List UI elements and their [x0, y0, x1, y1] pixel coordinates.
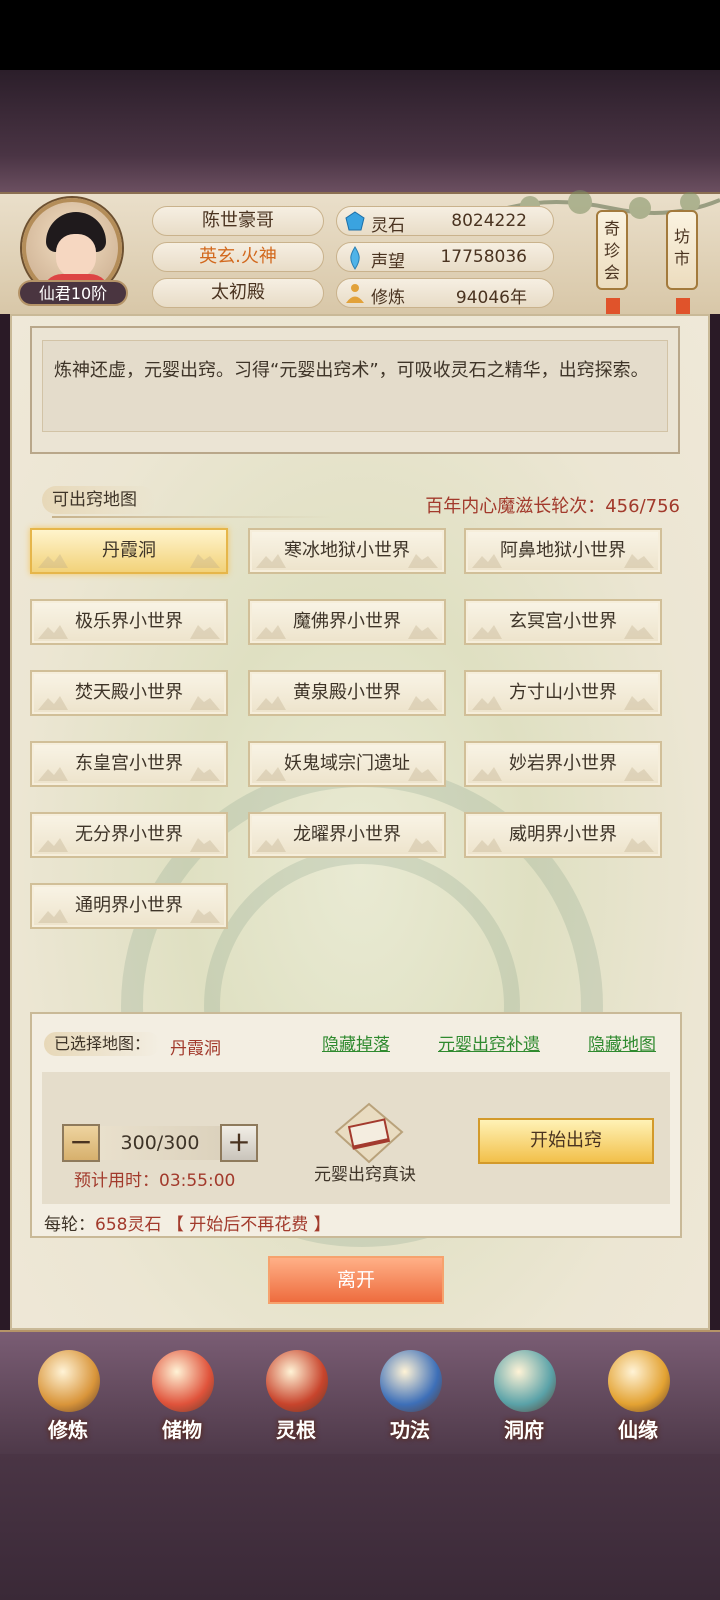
nascent-soul-supplement-link[interactable]: 元婴出窍补遗 [438, 1030, 540, 1055]
nav-item[interactable]: 功法 [360, 1346, 460, 1446]
map-button[interactable]: 威明界小世界 [464, 812, 662, 858]
secret-book-label: 元婴出窍真诀 [314, 1165, 416, 1185]
leave-button[interactable]: 离开 [268, 1256, 444, 1304]
hidden-drops-link[interactable]: 隐藏掉落 [322, 1030, 390, 1055]
reputation-icon [350, 246, 360, 270]
immortal-fate-icon [608, 1350, 670, 1412]
status-bar [0, 0, 720, 70]
bottom-nav: 修炼 储物 灵根 功法 洞府 仙缘 [0, 1330, 720, 1454]
map-button[interactable]: 寒冰地狱小世界 [248, 528, 446, 574]
map-button[interactable]: 通明界小世界 [30, 883, 228, 929]
map-button[interactable]: 魔佛界小世界 [248, 599, 446, 645]
skill-book-icon [380, 1350, 442, 1412]
nav-item[interactable]: 洞府 [474, 1346, 574, 1446]
player-palace: 太初殿 [152, 278, 324, 308]
nav-label: 修炼 [48, 1418, 88, 1442]
decrease-button[interactable]: − [62, 1124, 100, 1162]
nav-label: 洞府 [504, 1418, 544, 1442]
treasure-fair-button[interactable]: 奇珍会 [596, 210, 628, 324]
hidden-map-link[interactable]: 隐藏地图 [588, 1030, 656, 1055]
player-title: 英玄.火神 [152, 242, 324, 272]
explore-panel: 炼神还虚，元婴出窍。习得“元婴出窍术”，可吸收灵石之精华，出窍探索。 可出窍地图… [10, 314, 710, 1330]
spirit-root-icon [266, 1350, 328, 1412]
map-button[interactable]: 焚天殿小世界 [30, 670, 228, 716]
rank-badge: 仙君10阶 [18, 280, 128, 306]
map-button[interactable]: 极乐界小世界 [30, 599, 228, 645]
market-button[interactable]: 坊市 [666, 210, 698, 324]
map-button[interactable]: 黄泉殿小世界 [248, 670, 446, 716]
spirit-stone-icon [345, 211, 365, 231]
storage-bag-icon [152, 1350, 214, 1412]
nav-item[interactable]: 储物 [132, 1346, 232, 1446]
map-button[interactable]: 妖鬼域宗门遗址 [248, 741, 446, 787]
map-button[interactable]: 丹霞洞 [30, 528, 228, 574]
description-box: 炼神还虚，元婴出窍。习得“元婴出窍术”，可吸收灵石之精华，出窍探索。 [30, 326, 680, 454]
round-info: 百年内心魔滋长轮次：456/756 [425, 496, 680, 517]
nav-item[interactable]: 仙缘 [588, 1346, 688, 1446]
nav-label: 灵根 [276, 1418, 316, 1442]
cultivate-icon [38, 1350, 100, 1412]
nav-label: 功法 [390, 1418, 430, 1442]
count-value: 300/300 [100, 1126, 220, 1160]
map-button[interactable]: 阿鼻地狱小世界 [464, 528, 662, 574]
cave-dwelling-icon [494, 1350, 556, 1412]
stat-spirit-stone: 灵石 8024222 [336, 206, 554, 236]
explore-controls: − 300/300 + 预计用时：03:55:00 元婴出窍真诀 开始出窍 [42, 1072, 670, 1204]
nav-item[interactable]: 修炼 [18, 1346, 118, 1446]
nav-label: 储物 [162, 1418, 202, 1442]
cost-info: 每轮：658灵石 【 开始后不再花费 】 [44, 1215, 331, 1235]
selected-map-label: 已选择地图： [44, 1032, 161, 1056]
map-button[interactable]: 东皇宫小世界 [30, 741, 228, 787]
stat-reputation: 声望 17758036 [336, 242, 554, 272]
selected-map-value: 丹霞洞 [170, 1039, 221, 1059]
bottom-background [0, 1454, 720, 1600]
sky-background [0, 70, 720, 192]
map-button[interactable]: 妙岩界小世界 [464, 741, 662, 787]
nav-item[interactable]: 灵根 [246, 1346, 346, 1446]
stat-cultivation: 修炼 94046年 [336, 278, 554, 308]
map-button[interactable]: 无分界小世界 [30, 812, 228, 858]
cultivation-icon [346, 284, 364, 303]
selection-panel: 已选择地图： 丹霞洞 隐藏掉落 元婴出窍补遗 隐藏地图 − 300/300 + … [30, 1012, 682, 1238]
map-button[interactable]: 龙曜界小世界 [248, 812, 446, 858]
map-section-label: 可出窍地图 [42, 486, 155, 514]
estimated-time: 预计用时：03:55:00 [74, 1171, 236, 1191]
map-button[interactable]: 方寸山小世界 [464, 670, 662, 716]
nav-label: 仙缘 [618, 1418, 658, 1442]
secret-book-icon[interactable] [334, 1102, 404, 1164]
divider [52, 516, 332, 518]
description-text: 炼神还虚，元婴出窍。习得“元婴出窍术”，可吸收灵石之精华，出窍探索。 [54, 360, 649, 381]
increase-button[interactable]: + [220, 1124, 258, 1162]
player-name: 陈世豪哥 [152, 206, 324, 236]
map-button[interactable]: 玄冥宫小世界 [464, 599, 662, 645]
player-avatar[interactable]: 仙君10阶 [16, 196, 130, 310]
start-explore-button[interactable]: 开始出窍 [478, 1118, 654, 1164]
